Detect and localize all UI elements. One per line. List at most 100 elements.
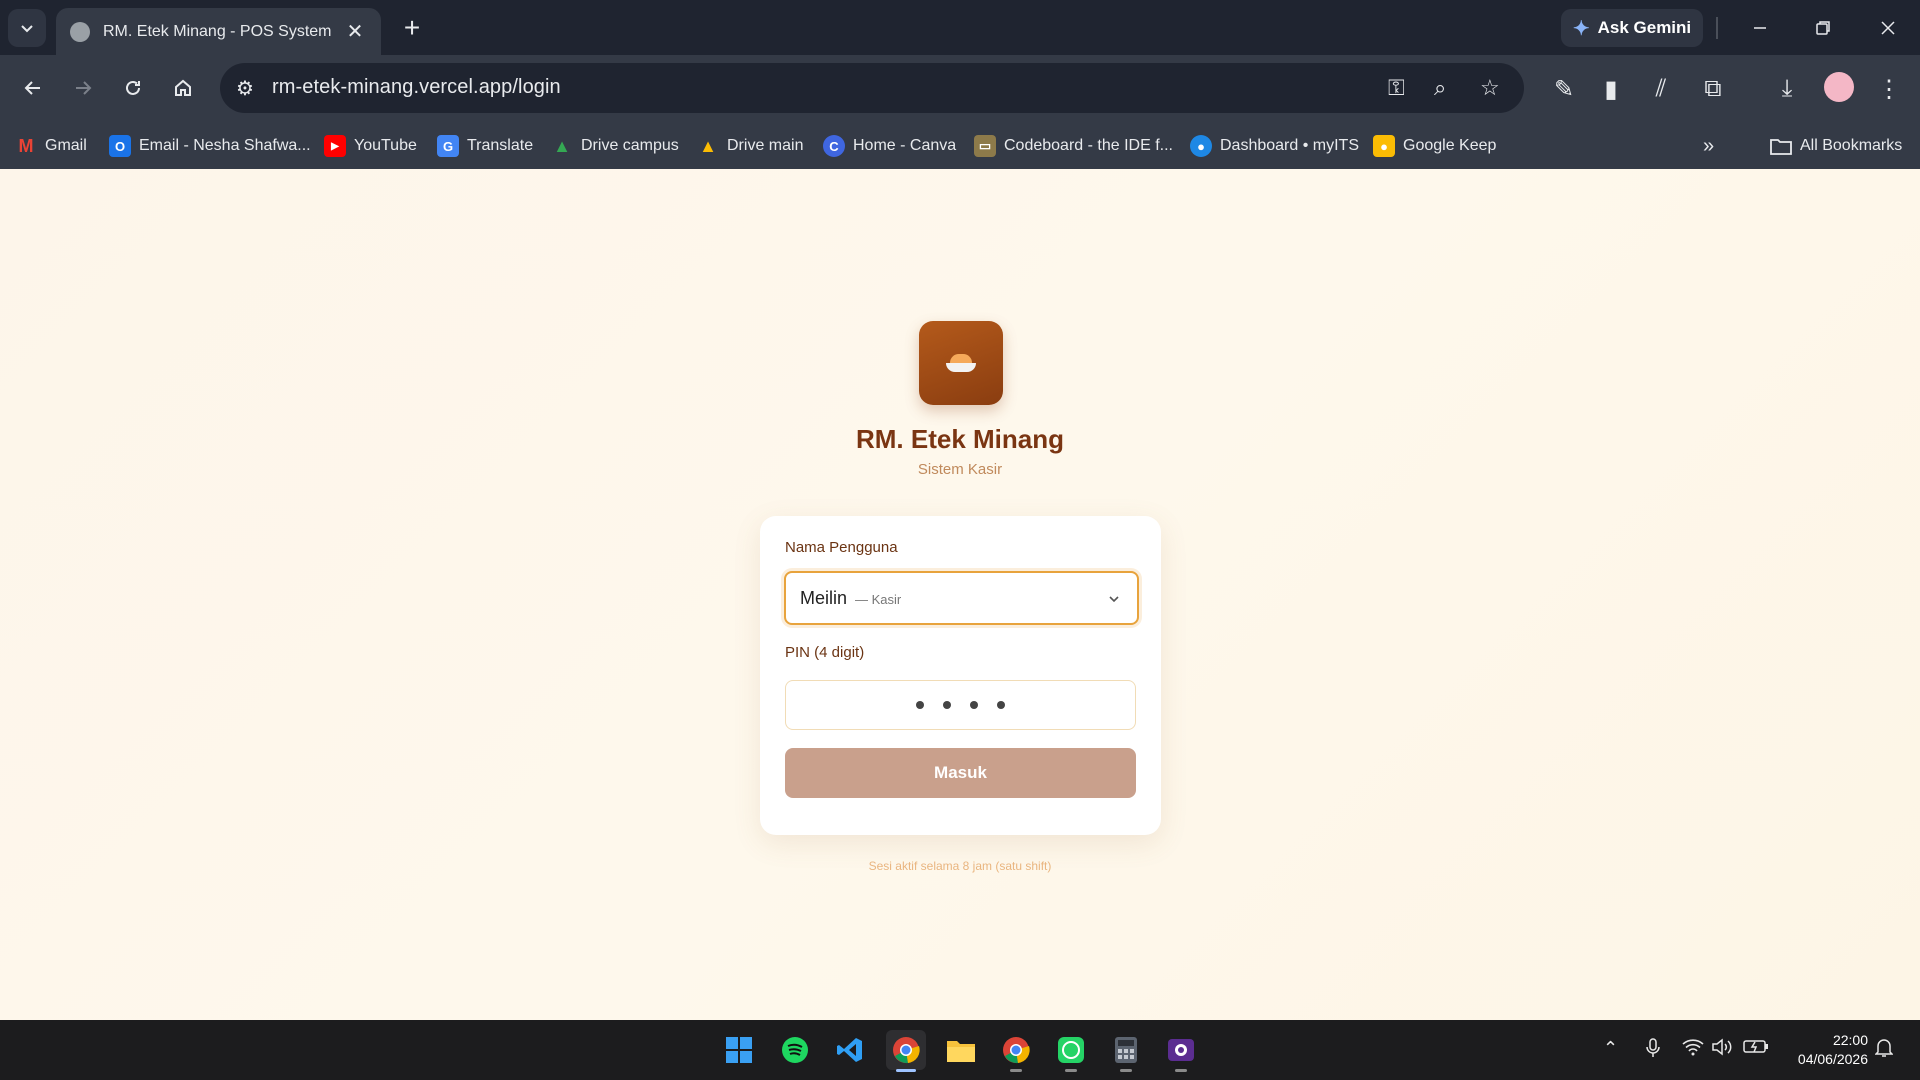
battery-icon[interactable] [1743,1038,1769,1059]
bookmark-youtube[interactable]: ▶ YouTube [324,133,417,159]
app-subtitle: Sistem Kasir [917,461,1003,478]
home-button[interactable] [166,71,200,105]
user-field-label: Nama Pengguna [785,539,898,556]
downloads-icon[interactable]: ⤓ [1770,72,1804,106]
windows-start-icon [726,1037,752,1063]
bookmark-star-icon[interactable]: ☆ [1480,75,1500,101]
pin-input[interactable] [785,680,1136,730]
myits-icon: ● [1190,135,1212,157]
app-logo [919,321,1003,405]
taskbar-whatsapp[interactable] [1051,1030,1091,1072]
arrow-left-icon [24,81,40,95]
chevron-down-icon [21,25,33,33]
home-icon [175,79,191,96]
session-note: Sesi aktif selama 8 jam (satu shift) [868,859,1052,873]
ask-gemini-button[interactable]: ✦ Ask Gemini [1561,9,1703,47]
back-button[interactable] [16,71,50,105]
new-tab-button[interactable]: + [396,12,428,44]
password-key-icon[interactable]: ⚿ [1388,75,1405,101]
notification-bell-icon[interactable] [1874,1038,1894,1063]
taskbar-chrome-profile[interactable] [996,1030,1036,1072]
extension-docs-icon[interactable]: ▮ [1594,72,1628,106]
bookmark-canva[interactable]: C Home - Canva [823,133,956,159]
gemini-sparkle-icon: ✦ [1572,17,1590,40]
pin-dot [943,701,951,709]
taskbar-spotify[interactable] [775,1030,815,1070]
address-bar[interactable]: ⚙ rm-etek-minang.vercel.app/login ⚿ ⌕ ☆ [220,63,1524,113]
close-window-button[interactable] [1868,10,1908,46]
browser-tab-active[interactable]: RM. Etek Minang - POS System ✕ [56,8,381,55]
taskbar-chrome[interactable] [886,1030,926,1072]
reload-icon [126,80,140,95]
taskbar-clock[interactable]: 22:00 04/06/2026 [1780,1031,1868,1069]
windows-taskbar: ⌃ 22:00 04/06/2026 [0,1020,1920,1080]
outlook-icon: O [109,135,131,157]
bookmark-drive-main[interactable]: ▲ Drive main [697,133,803,159]
login-submit-button[interactable]: Masuk [785,748,1136,798]
chrome-profile-icon [1003,1037,1030,1064]
extensions-puzzle-icon[interactable]: ⧉ [1696,72,1730,106]
gmail-icon: M [18,135,34,156]
login-page: RM. Etek Minang Sistem Kasir Nama Penggu… [0,169,1920,1020]
spotify-icon [782,1037,808,1063]
restore-button[interactable] [1803,10,1843,46]
minimize-icon [1754,27,1766,29]
tab-search-button[interactable] [8,9,46,47]
drive-icon: ▲ [699,135,717,156]
bookmark-label: Email - Nesha Shafwa... [139,137,311,154]
taskbar-github-desktop[interactable] [1161,1030,1201,1072]
bookmark-label: Google Keep [1403,137,1497,154]
minimize-button[interactable] [1740,10,1780,46]
profile-avatar[interactable] [1824,72,1854,102]
pin-dot [970,701,978,709]
bookmark-label: Home - Canva [853,137,957,154]
bookmark-codeboard[interactable]: ▭ Codeboard - the IDE f... [974,133,1173,159]
wifi-icon[interactable] [1682,1038,1704,1061]
bookmark-label: Codeboard - the IDE f... [1004,137,1173,154]
forward-button[interactable] [66,71,100,105]
more-menu-icon[interactable]: ⋮ [1872,72,1906,106]
github-desktop-icon [1168,1039,1194,1061]
extension-brush-icon[interactable]: ✎ [1547,72,1581,106]
all-bookmarks-label: All Bookmarks [1800,137,1903,154]
user-select[interactable]: Meilin — Kasir [784,571,1139,625]
bookmark-label: Drive campus [581,137,679,154]
clock-date: 04/06/2026 [1797,1051,1868,1067]
bookmarks-overflow-button[interactable]: » [1703,133,1714,159]
windows-start-button[interactable] [719,1030,759,1070]
pin-dot [997,701,1005,709]
reload-button[interactable] [116,71,150,105]
tab-title: RM. Etek Minang - POS System [103,22,332,40]
taskbar-file-explorer[interactable] [941,1030,981,1070]
volume-icon[interactable] [1711,1038,1733,1061]
taskbar-calculator[interactable] [1106,1030,1146,1072]
tab-close-button[interactable]: ✕ [343,19,367,44]
bookmark-gmail[interactable]: M Gmail [15,133,87,159]
bookmark-translate[interactable]: G Translate [437,133,533,159]
selected-user-role: — Kasir [855,592,902,607]
restore-icon [1816,21,1830,35]
bookmark-drive-campus[interactable]: ▲ Drive campus [551,133,679,159]
bookmark-email[interactable]: O Email - Nesha Shafwa... [109,133,311,159]
bookmarks-bar: M Gmail O Email - Nesha Shafwa... ▶ YouT… [0,121,1920,169]
url-text[interactable]: rm-etek-minang.vercel.app/login [272,76,561,99]
browser-toolbar: ⚙ rm-etek-minang.vercel.app/login ⚿ ⌕ ☆ … [0,55,1920,121]
calculator-icon [1115,1037,1137,1063]
arrow-right-icon [76,81,92,95]
taskbar-vscode[interactable] [830,1030,870,1070]
microphone-icon[interactable] [1645,1038,1661,1063]
tray-overflow-icon[interactable]: ⌃ [1603,1038,1618,1059]
canva-icon: C [823,135,845,157]
vscode-icon [837,1038,862,1062]
extension-analytics-icon[interactable]: ⫽ [1644,72,1678,106]
bookmark-label: Gmail [45,137,87,154]
file-explorer-icon [947,1041,975,1062]
bookmark-myits[interactable]: ● Dashboard • myITS [1190,133,1359,159]
ask-gemini-label: Ask Gemini [1597,18,1692,37]
pin-field-label: PIN (4 digit) [785,644,865,661]
site-info-icon[interactable]: ⚙ [236,76,254,101]
zoom-icon[interactable]: ⌕ [1434,75,1446,101]
all-bookmarks-button[interactable]: All Bookmarks [1770,133,1902,159]
bookmark-google-keep[interactable]: ● Google Keep [1373,133,1496,159]
globe-icon [70,21,90,42]
